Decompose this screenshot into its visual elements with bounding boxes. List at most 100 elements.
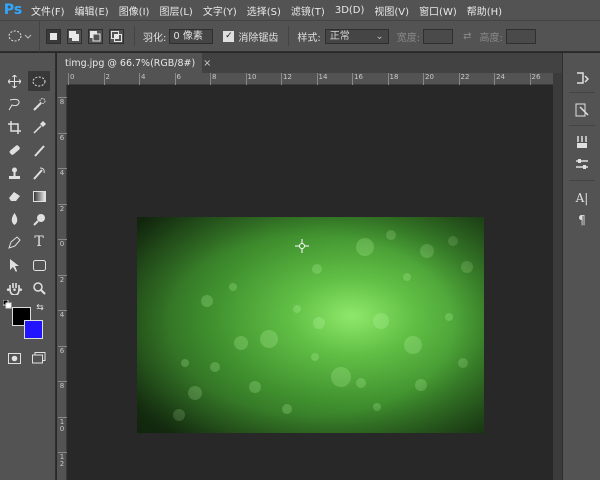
ruler-tick-label: 16 [352,73,363,85]
add-selection-icon [69,30,79,41]
zoom-icon [32,281,46,295]
add-to-selection-button[interactable] [67,28,82,44]
divider [288,26,290,46]
panel-divider[interactable] [553,73,562,480]
quick-mask-button[interactable] [3,348,25,368]
ruler-tick-label: 0 [58,239,68,248]
divider [569,180,595,181]
horizontal-ruler[interactable]: 0 2 4 6 8 10 12 14 16 18 20 22 24 26 [67,73,562,85]
history-panel-button[interactable] [572,69,592,87]
tools-panel: T ••• ⇆ [0,53,56,480]
menu-3d[interactable]: 3D(D) [330,5,370,16]
menu-view[interactable]: 视图(V) [369,3,414,18]
ruler-tick-label: 0 [67,73,75,85]
screen-mode-button[interactable] [28,348,50,368]
quick-selection-tool[interactable] [28,94,50,114]
style-select[interactable]: 正常 ⌄ [324,28,389,44]
intersect-selection-button[interactable] [109,28,124,44]
brush-settings-button[interactable] [572,133,592,151]
menu-layer[interactable]: 图层(L) [154,3,197,18]
properties-panel-icon [575,103,589,117]
ruler-tick-label: 4 [58,168,68,177]
antialias-checkbox[interactable]: ✓ [223,30,235,42]
ruler-tick-label: 6 [174,73,181,85]
height-input[interactable] [505,28,536,44]
ruler-tick-label: 6 [58,132,68,142]
ruler-tick-label: 20 [423,73,434,85]
pen-tool[interactable] [3,232,25,252]
eraser-tool[interactable] [3,186,25,206]
swap-colors-icon[interactable]: ⇆ [34,303,46,313]
quick-mask-icon [7,352,21,364]
feather-label: 羽化: [143,32,167,44]
default-colors-icon [2,299,11,308]
rectangle-tool[interactable] [28,255,50,275]
document-workspace[interactable] [67,85,553,480]
ruler-tick-label: 24 [494,73,505,85]
ruler-tick-label: 8 [209,73,217,85]
subtract-selection-icon [90,30,101,41]
zoom-tool[interactable] [28,278,50,298]
dodge-tool[interactable] [28,209,50,229]
gradient-icon [32,190,46,202]
character-panel-button[interactable]: A| [572,189,592,207]
menu-image[interactable]: 图像(I) [114,3,155,18]
swap-dimensions-icon[interactable]: ⇄ [463,31,471,42]
ruler-origin[interactable] [57,73,67,85]
close-icon[interactable]: × [203,58,211,69]
chevron-down-icon: ⌄ [375,30,384,42]
brush-settings-icon [577,136,587,148]
menu-window[interactable]: 窗口(W) [414,3,462,18]
crosshair-cursor-icon [295,239,309,253]
gradient-tool[interactable] [28,186,50,206]
menu-filter[interactable]: 滤镜(T) [286,3,330,18]
lasso-tool[interactable] [3,94,25,114]
subtract-from-selection-button[interactable] [88,28,103,44]
menu-help[interactable]: 帮助(H) [462,3,507,18]
new-selection-button[interactable] [46,28,61,44]
document-tab-bar: timg.jpg @ 66.7%(RGB/8#) × [57,53,562,73]
healing-brush-tool[interactable] [3,140,25,160]
background-color-swatch[interactable] [24,320,43,339]
ruler-tick-label: 1 2 [58,452,68,468]
brush-tool[interactable] [28,140,50,160]
crop-tool[interactable] [3,117,25,137]
feather-input[interactable]: 0 像素 [169,28,214,44]
properties-panel-button[interactable] [572,101,592,119]
intersect-selection-icon [111,30,122,42]
document-tab[interactable]: timg.jpg @ 66.7%(RGB/8#) × [57,53,211,73]
elliptical-marquee-tool[interactable] [28,71,50,91]
paragraph-panel-button[interactable]: ¶ [572,211,592,229]
path-selection-tool[interactable] [3,255,25,275]
eyedropper-tool[interactable] [28,117,50,137]
more-tools-button[interactable]: ••• [3,281,27,301]
menu-type[interactable]: 文字(Y) [198,3,242,18]
healing-brush-icon [9,145,20,155]
canvas-image[interactable] [137,217,484,433]
style-label: 样式: [297,32,321,44]
options-bar: 羽化: 0 像素 ✓ 消除锯齿 样式: 正常 ⌄ 宽度: ⇄ 高度: [0,20,600,52]
type-tool[interactable]: T [28,232,50,252]
style-select-value: 正常 [329,30,350,42]
tool-preset-picker[interactable] [0,20,40,52]
move-tool[interactable] [3,71,25,91]
menu-edit[interactable]: 编辑(E) [70,3,114,18]
menu-select[interactable]: 选择(S) [242,3,286,18]
vertical-ruler[interactable]: 8642024681 01 21 4 [57,85,68,480]
rectangle-icon [32,259,46,271]
elliptical-marquee-icon [8,30,31,42]
default-colors-icon[interactable] [2,299,12,309]
adjustments-icon [576,159,588,169]
blur-tool[interactable] [3,209,25,229]
width-input[interactable] [423,28,454,44]
path-selection-icon [9,258,19,272]
photoshop-logo[interactable]: Ps [0,0,26,20]
clone-stamp-tool[interactable] [3,163,25,183]
ruler-tick-label: 26 [529,73,541,85]
history-brush-tool[interactable] [28,163,50,183]
adjustments-button[interactable] [572,155,592,173]
clone-stamp-icon [8,167,20,179]
ruler-tick-label: 12 [281,73,292,85]
ruler-tick-label: 4 [138,73,146,85]
menu-file[interactable]: 文件(F) [26,3,70,18]
